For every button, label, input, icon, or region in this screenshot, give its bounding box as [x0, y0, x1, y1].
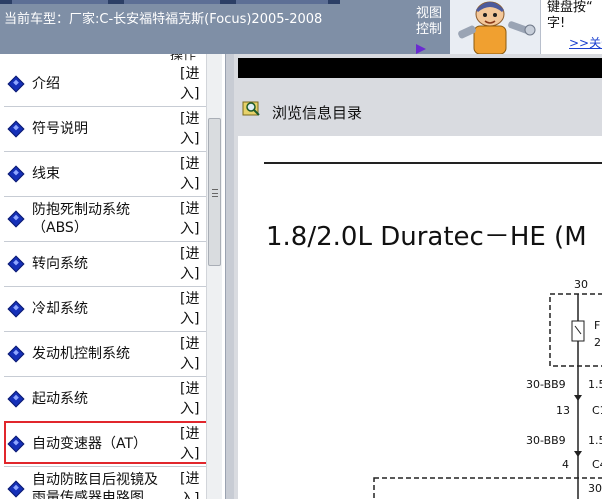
diamond-bullet-icon: [7, 390, 25, 408]
menu-item-label: 转向系统: [32, 256, 88, 272]
wire-size-label: 1.5: [588, 434, 602, 447]
diamond-bullet-icon: [7, 300, 25, 318]
header-strip: [0, 0, 340, 4]
enter-link[interactable]: [进入]: [180, 154, 204, 194]
system-menu-panel: 操作 介绍 [进入] 符号说明 [进入] 线束 [进入] 防抱死制动系统 （AB…: [0, 54, 226, 499]
menu-item-label: 冷却系统: [32, 301, 88, 317]
menu-item-abs[interactable]: 防抱死制动系统 （ABS） [进入]: [4, 197, 206, 242]
pin-label: 30: [588, 482, 602, 495]
enter-link[interactable]: [进入]: [180, 289, 204, 329]
enter-link[interactable]: [进入]: [180, 334, 204, 374]
menu-item-label: 介绍: [32, 76, 60, 92]
pin-label: 30: [574, 278, 588, 291]
fuse-label: F: [594, 319, 600, 332]
menu-item-intro[interactable]: 介绍 [进入]: [4, 62, 206, 107]
current-car-model: 当前车型：厂家:C-长安福特福克斯(Focus)2005-2008: [4, 12, 323, 27]
menu-item-label: 自动防眩目后视镜及 雨量传感器电路图: [32, 472, 158, 499]
viewer-panel: 浏览信息目录 1.8/2.0L Duratec－HE (M 30 F 2 30-…: [234, 54, 602, 499]
menu-item-label: 符号说明: [32, 121, 88, 137]
diamond-bullet-icon: [7, 165, 25, 183]
app-window: 当前车型：厂家:C-长安福特福克斯(Focus)2005-2008 视图控制 键…: [0, 0, 602, 499]
enter-link[interactable]: [进入]: [180, 469, 204, 499]
wire-code-label: 30-BB9: [526, 434, 566, 447]
diamond-bullet-icon: [7, 75, 25, 93]
connector-label: C1: [592, 404, 602, 417]
viewer-toolbar: 浏览信息目录: [238, 90, 602, 132]
menu-item-symbols[interactable]: 符号说明 [进入]: [4, 107, 206, 152]
menu-item-label: 发动机控制系统: [32, 346, 130, 362]
menu-item-label: 自动变速器（AT）: [32, 436, 148, 452]
viewer-top-bar: [238, 58, 602, 78]
menu-item-label: 防抱死制动系统 （ABS）: [32, 202, 130, 236]
menu-item-mirror-rain-sensor[interactable]: 自动防眩目后视镜及 雨量传感器电路图 [进入]: [4, 467, 206, 499]
fuse-rating-label: 2: [594, 336, 601, 349]
view-control-label: 视图控制: [416, 6, 443, 37]
wire-size-label: 1.5: [588, 378, 602, 391]
scrollbar-thumb[interactable]: [208, 118, 221, 266]
top-header: 当前车型：厂家:C-长安福特福克斯(Focus)2005-2008 视图控制 键…: [0, 0, 602, 54]
menu-item-label: 线束: [32, 166, 60, 182]
diamond-bullet-icon: [7, 120, 25, 138]
menu-item-harness[interactable]: 线束 [进入]: [4, 152, 206, 197]
browse-directory-button[interactable]: 浏览信息目录: [272, 102, 362, 123]
connector-label: C4: [592, 458, 602, 471]
tip-text: 键盘按“ 字!: [547, 0, 593, 31]
tip-box: 键盘按“ 字! >>关于: [540, 0, 602, 54]
enter-link[interactable]: [进入]: [180, 379, 204, 419]
mascot-image: [450, 0, 542, 54]
menu-scrollbar[interactable]: [206, 54, 222, 499]
diamond-bullet-icon: [7, 480, 25, 498]
system-menu-list: 介绍 [进入] 符号说明 [进入] 线束 [进入] 防抱死制动系统 （ABS） …: [4, 62, 210, 499]
pin-label: 4: [562, 458, 569, 471]
enter-link[interactable]: [进入]: [180, 199, 204, 239]
pin-label: 13: [556, 404, 570, 417]
wiring-diagram: 1.8/2.0L Duratec－HE (M 30 F 2 30-BB9 1.5…: [238, 136, 602, 499]
about-link[interactable]: >>关于: [569, 34, 602, 51]
enter-link[interactable]: [进入]: [180, 109, 204, 149]
view-control-button[interactable]: 视图控制: [416, 6, 446, 54]
menu-item-cooling[interactable]: 冷却系统 [进入]: [4, 287, 206, 332]
enter-link[interactable]: [进入]: [180, 424, 204, 464]
magnifier-folder-icon[interactable]: [242, 99, 262, 117]
enter-link[interactable]: [进入]: [180, 244, 204, 284]
menu-item-automatic-transmission[interactable]: 自动变速器（AT） [进入]: [4, 421, 210, 467]
triangle-icon: [416, 44, 426, 54]
grip-icon: [212, 189, 218, 197]
menu-item-engine-control[interactable]: 发动机控制系统 [进入]: [4, 332, 206, 377]
wire-code-label: 30-BB9: [526, 378, 566, 391]
diamond-bullet-icon: [7, 255, 25, 273]
menu-item-label: 起动系统: [32, 391, 88, 407]
enter-link[interactable]: [进入]: [180, 64, 204, 104]
menu-item-starting[interactable]: 起动系统 [进入]: [4, 377, 206, 422]
wiring-schematic: 30 F 2 30-BB9 1.5 13 C1 30-BB9 1.5 4 C4 …: [373, 278, 602, 499]
diamond-bullet-icon: [7, 345, 25, 363]
diamond-bullet-icon: [7, 210, 25, 228]
menu-item-steering[interactable]: 转向系统 [进入]: [4, 242, 206, 287]
